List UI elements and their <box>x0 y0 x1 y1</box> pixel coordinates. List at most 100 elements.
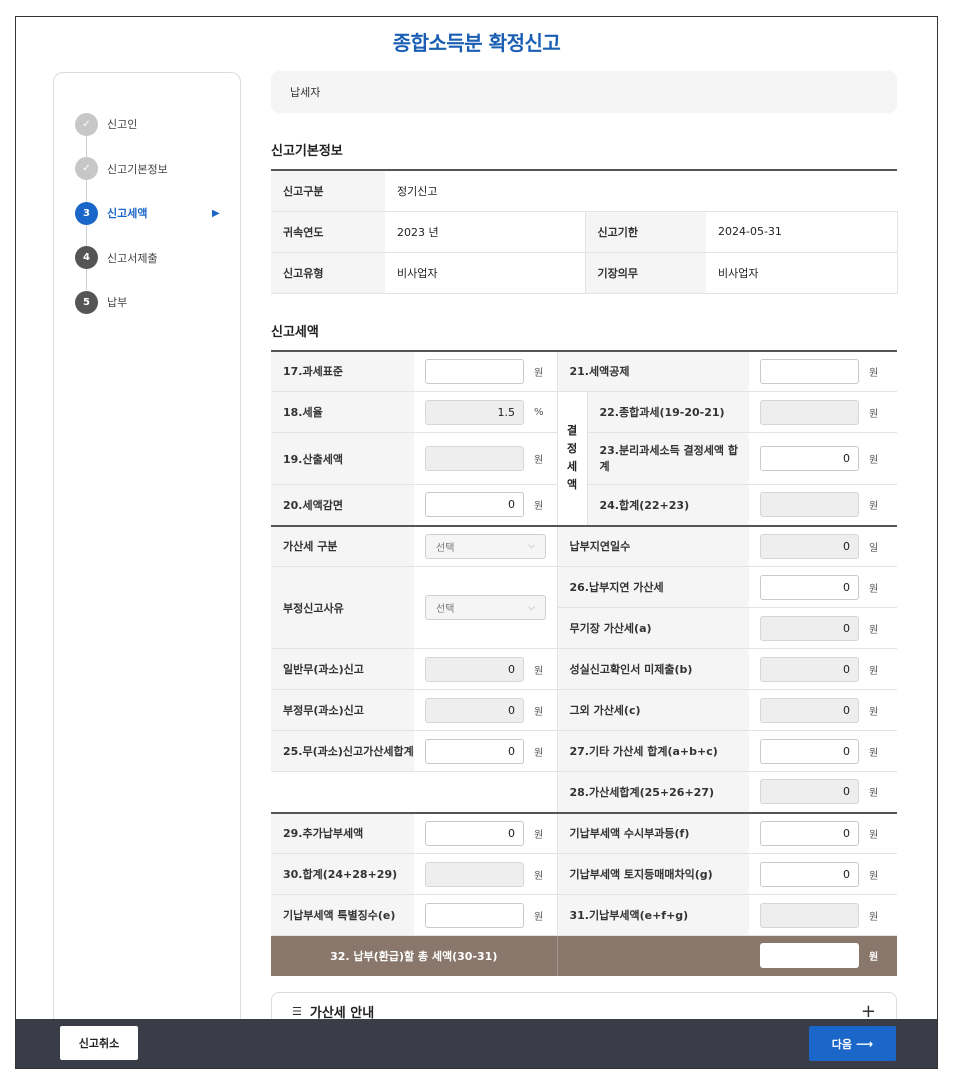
unit-label: 원 <box>869 829 879 841</box>
paid-e-label: 기납부세액 특별징수(e) <box>271 894 414 936</box>
table-row: 18.세율 1.5% 결정세액 22.종합과세(19-20-21) 원 <box>271 391 897 526</box>
improper-reason-label: 부정신고사유 <box>271 566 414 649</box>
unit-label: 원 <box>869 501 879 513</box>
unit-label: 원 <box>534 829 544 841</box>
unit-label: 원 <box>869 583 879 595</box>
table-row: 일반무(과소)신고 0원 성실신고확인서 미제출(b) 0원 <box>271 648 897 690</box>
page-title: 종합소득분 확정신고 <box>392 31 561 55</box>
field-21-label: 21.세액공제 <box>557 350 749 392</box>
list-icon: ☰ <box>292 1005 302 1018</box>
deadline-label: 신고기한 <box>585 211 706 253</box>
improper-reason-select[interactable]: 선택 ⌵ <box>425 595 546 620</box>
unit-label: 원 <box>869 706 879 718</box>
table-row: 신고유형 비사업자 기장의무 비사업자 <box>271 252 898 294</box>
tax-amount-table: 17.과세표준 원 21.세액공제 원 18.세율 1.5% 결정세액 22.종… <box>271 349 897 976</box>
field-17-label: 17.과세표준 <box>271 350 414 392</box>
step-number: 3 <box>75 201 98 225</box>
decided-tax-group-label: 결정세액 <box>557 391 588 526</box>
field-19-label: 19.산출세액 <box>271 432 414 485</box>
table-row: 신고구분 정기신고 <box>271 170 898 212</box>
step-list: ✓ 신고인 ✓ 신고기본정보 3 신고세액 ▶ 4 신고서제출 5 납부 <box>75 102 220 325</box>
no-book-label: 무기장 가산세(a) <box>557 607 749 649</box>
step-sidebar: ✓ 신고인 ✓ 신고기본정보 3 신고세액 ▶ 4 신고서제출 5 납부 <box>53 72 241 1032</box>
paid-g-input[interactable]: 0 <box>760 861 859 887</box>
check-icon: ✓ <box>75 112 98 136</box>
taxpayer-box: 납세자 <box>271 71 897 113</box>
field-27-label: 27.기타 가산세 합계(a+b+c) <box>557 730 749 772</box>
field-28-input: 0 <box>760 779 859 805</box>
step-submit[interactable]: 4 신고서제출 <box>75 236 168 281</box>
total-row: 32. 납부(환급)할 총 세액(30-31) 원 <box>271 935 897 976</box>
late-days-input: 0 <box>760 533 859 559</box>
unit-label: 원 <box>869 952 879 964</box>
field-27-input[interactable]: 0 <box>760 738 859 764</box>
basic-info-table: 신고구분 정기신고 귀속연도 2023 년 신고기한 2024-05-31 신고… <box>271 169 898 294</box>
check-icon: ✓ <box>75 157 98 181</box>
unit-label: 원 <box>869 455 879 466</box>
table-row: 29.추가납부세액 0원 기납부세액 수시부과등(f) 0원 <box>271 811 897 854</box>
paid-e-input[interactable] <box>425 902 524 928</box>
penalty-type-label: 가산세 구분 <box>271 524 414 567</box>
step-label: 신고서제출 <box>107 251 158 265</box>
unit-label: 원 <box>534 455 544 466</box>
unit-label: 원 <box>534 706 544 718</box>
field-29-input[interactable]: 0 <box>425 820 524 846</box>
field-18-input: 1.5 <box>425 399 524 425</box>
field-23-input[interactable]: 0 <box>760 446 859 471</box>
table-row: 부정신고사유 선택 ⌵ 26.납부지연 가산세 0원 <box>271 566 897 649</box>
improper-label: 부정무(과소)신고 <box>271 689 414 731</box>
field-18-label: 18.세율 <box>271 391 414 433</box>
main-content: 납세자 신고기본정보 신고구분 정기신고 귀속연도 2023 년 신고기한 20… <box>271 71 898 1032</box>
bookkeeping-value: 비사업자 <box>706 252 898 294</box>
next-button[interactable]: 다음 ⟶ <box>809 1026 896 1061</box>
table-row: 가산세 구분 선택 ⌵ 납부지연일수 0일 <box>271 524 897 567</box>
field-32-output <box>760 943 859 969</box>
unit-label: 원 <box>534 501 544 513</box>
step-number: 5 <box>75 290 98 314</box>
kind-label: 신고유형 <box>271 252 385 294</box>
step-label: 신고인 <box>107 118 138 132</box>
unit-label: 원 <box>534 870 544 882</box>
total-spacer <box>557 935 749 976</box>
field-26-label: 26.납부지연 가산세 <box>557 566 749 608</box>
unit-label: 원 <box>534 665 544 677</box>
cancel-report-button[interactable]: 신고취소 <box>60 1026 138 1060</box>
step-payment[interactable]: 5 납부 <box>75 280 168 325</box>
field-29-label: 29.추가납부세액 <box>271 811 414 854</box>
penalty-type-select[interactable]: 선택 ⌵ <box>425 533 546 559</box>
step-basic-info[interactable]: ✓ 신고기본정보 <box>75 147 168 192</box>
other-label: 그외 가산세(c) <box>557 689 749 731</box>
select-value: 선택 <box>436 604 455 615</box>
general-input: 0 <box>425 656 524 682</box>
empty-cell <box>271 771 558 813</box>
field-20-input[interactable]: 0 <box>425 492 524 518</box>
table-row: 25.무(과소)신고가산세합계 0원 27.기타 가산세 합계(a+b+c) 0… <box>271 730 897 772</box>
field-26-input[interactable]: 0 <box>760 574 859 600</box>
field-21-input[interactable] <box>760 358 859 384</box>
unit-label: 원 <box>869 408 879 420</box>
field-25-input[interactable]: 0 <box>425 738 524 764</box>
field-24-input <box>760 492 859 518</box>
unit-label: % <box>534 406 544 418</box>
field-31-label: 31.기납부세액(e+f+g) <box>557 894 749 936</box>
unit-label: 원 <box>869 747 879 759</box>
field-25-label: 25.무(과소)신고가산세합계 <box>271 730 414 772</box>
field-30-label: 30.합계(24+28+29) <box>271 853 414 895</box>
paid-f-input[interactable]: 0 <box>760 820 859 846</box>
unit-label: 원 <box>869 624 879 636</box>
field-22-input <box>760 399 859 425</box>
field-19-input <box>425 446 524 471</box>
step-label: 신고세액 <box>107 207 148 221</box>
caret-right-icon: ▶ <box>212 207 220 219</box>
field-17-input[interactable] <box>425 358 524 384</box>
step-tax-amount[interactable]: 3 신고세액 ▶ <box>75 191 220 236</box>
chevron-down-icon: ⌵ <box>528 602 535 613</box>
report-type-label: 신고구분 <box>271 170 385 212</box>
step-reporter[interactable]: ✓ 신고인 <box>75 102 168 147</box>
table-row: 17.과세표준 원 21.세액공제 원 <box>271 350 897 392</box>
step-number: 4 <box>75 246 98 270</box>
taxpayer-label: 납세자 <box>290 86 321 99</box>
basic-info-title: 신고기본정보 <box>271 144 343 159</box>
unit-label: 일 <box>869 542 879 554</box>
paid-g-label: 기납부세액 토지등매매차익(g) <box>557 853 749 895</box>
